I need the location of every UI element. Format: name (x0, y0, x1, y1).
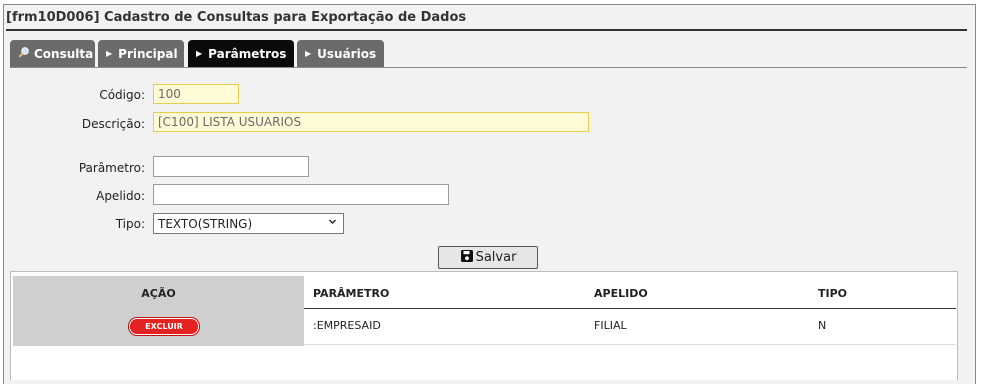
row-divider (304, 344, 956, 345)
triangle-right-icon: ▶ (106, 49, 113, 58)
apelido-label: Apelido: (96, 189, 145, 203)
tipo-label: Tipo: (115, 217, 145, 231)
apelido-input[interactable] (153, 184, 449, 205)
parameters-table: AÇÃO PARÂMETRO APELIDO TIPO EXCLUIR :EMP… (10, 271, 958, 380)
descricao-label: Descrição: (81, 117, 145, 131)
codigo-label: Código: (99, 88, 145, 102)
column-header-tipo: TIPO (818, 287, 848, 300)
tipo-select[interactable]: TEXTO(STRING) (153, 213, 344, 234)
floppy-disk-icon (460, 249, 476, 267)
tab-principal-label: Principal (118, 46, 178, 61)
cell-tipo: N (818, 319, 827, 332)
tab-consulta-label: Consulta (34, 46, 94, 61)
tipo-select-value: TEXTO(STRING) (158, 216, 253, 231)
title-divider (6, 29, 967, 31)
descricao-field[interactable]: [C100] LISTA USUARIOS (153, 112, 589, 132)
cell-apelido: FILIAL (594, 319, 627, 332)
column-header-acao: AÇÃO (141, 287, 176, 300)
parametro-input[interactable] (153, 156, 309, 177)
tab-parametros-label: Parâmetros (208, 46, 287, 61)
tabs-divider (10, 67, 967, 68)
tab-principal[interactable]: ▶ Principal (98, 40, 184, 67)
tab-parametros[interactable]: ▶ Parâmetros (188, 40, 294, 67)
page-title: [frm10D006] Cadastro de Consultas para E… (6, 10, 467, 25)
header-divider (304, 308, 956, 309)
tab-consulta[interactable]: Consulta (10, 40, 95, 67)
save-button-label: Salvar (475, 250, 517, 265)
magnifier-icon (18, 46, 30, 61)
save-button[interactable]: Salvar (438, 246, 538, 269)
triangle-right-icon: ▶ (305, 49, 312, 58)
excluir-button[interactable]: EXCLUIR (129, 318, 199, 335)
cell-parametro: :EMPRESAID (313, 319, 381, 332)
codigo-field[interactable]: 100 (153, 84, 239, 104)
column-header-apelido: APELIDO (594, 287, 648, 300)
triangle-right-icon: ▶ (196, 49, 203, 58)
parametro-label: Parâmetro: (78, 161, 145, 175)
column-header-parametro: PARÂMETRO (313, 287, 390, 300)
chevron-down-icon (328, 217, 337, 229)
tab-usuarios[interactable]: ▶ Usuários (297, 40, 384, 67)
tab-usuarios-label: Usuários (317, 46, 377, 61)
